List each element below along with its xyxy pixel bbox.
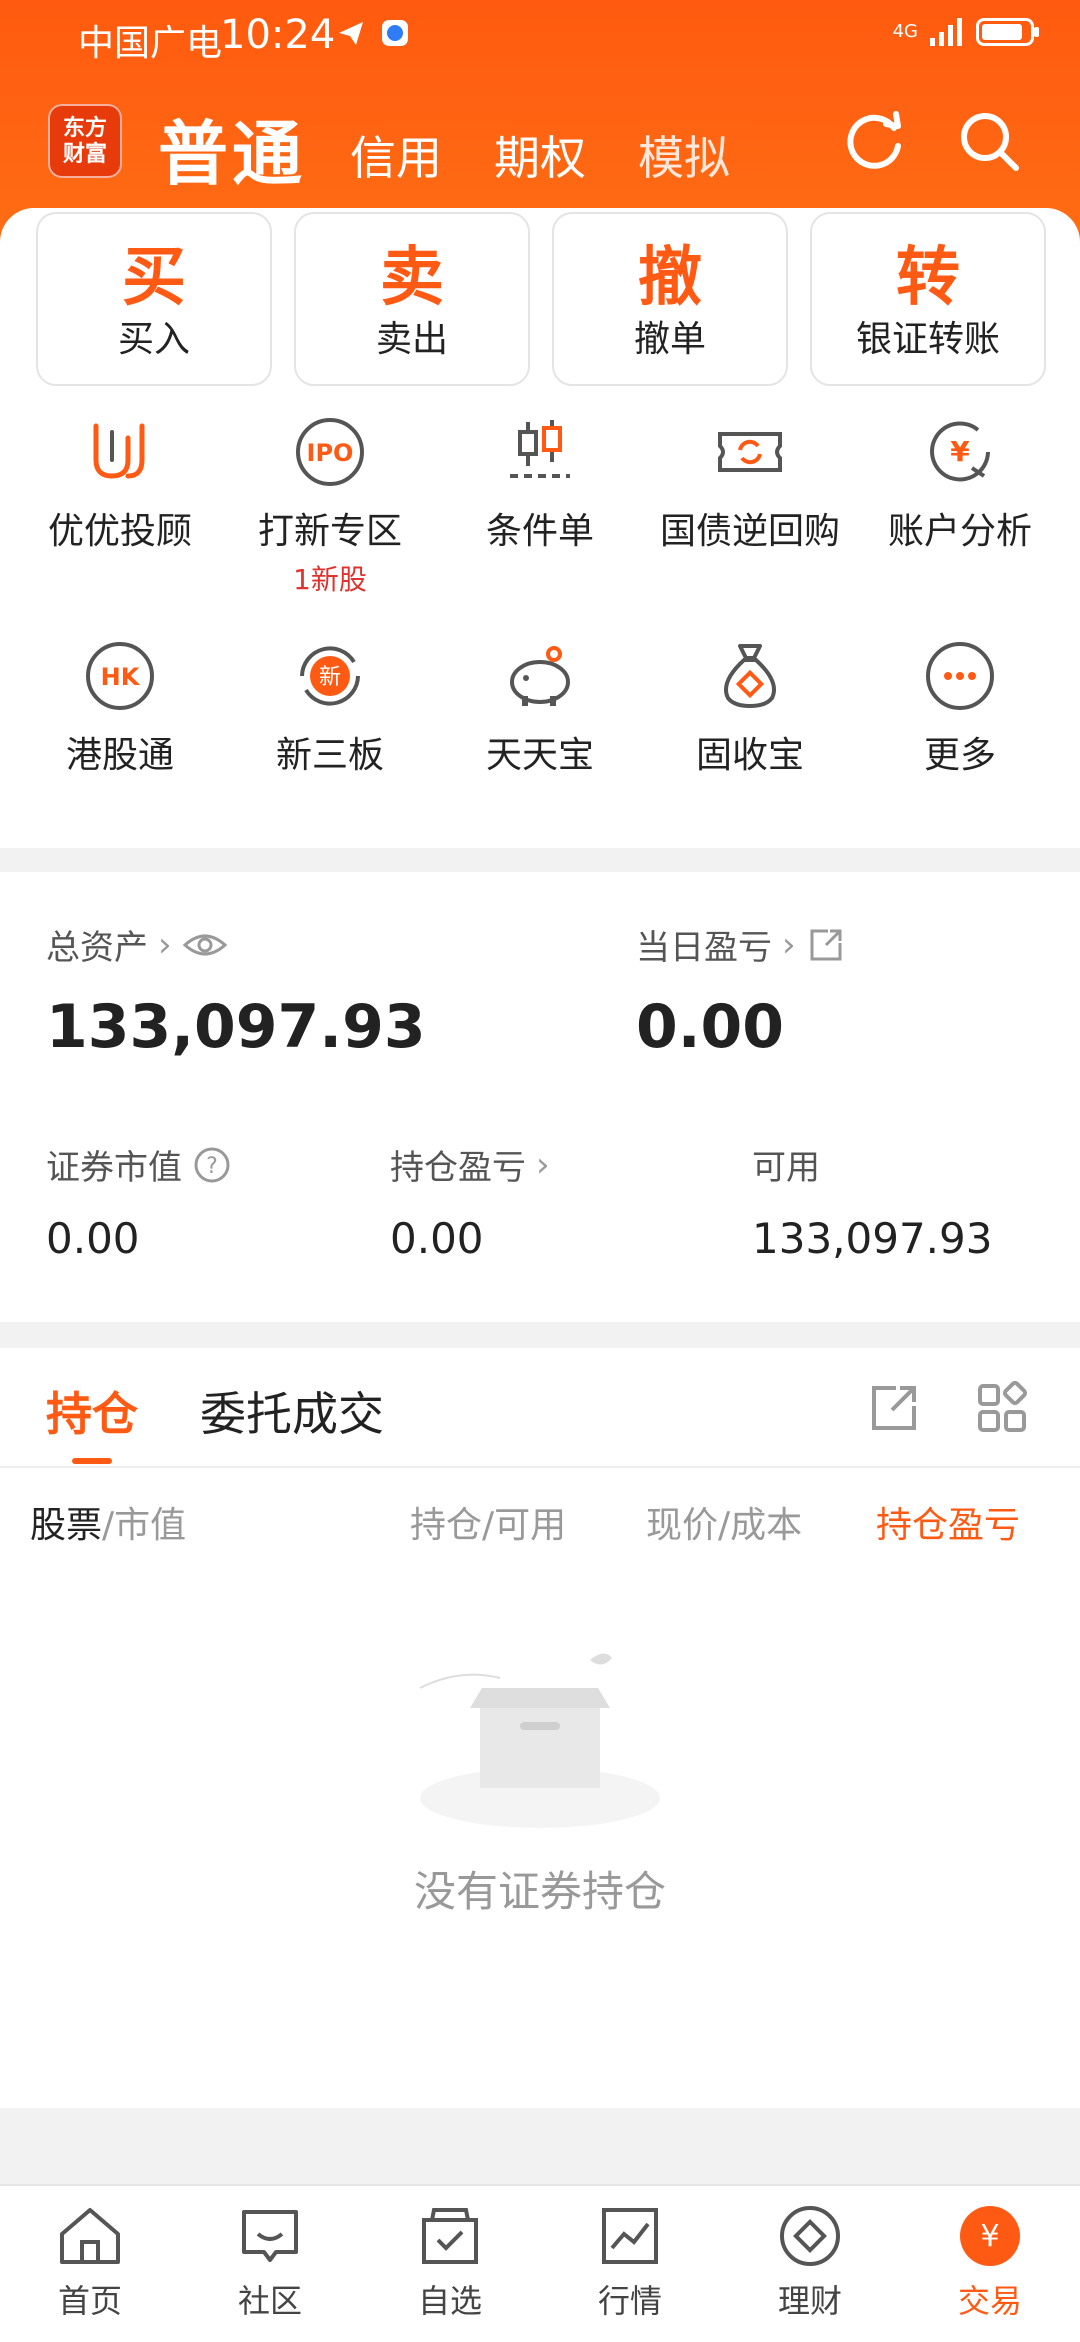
nav-trade[interactable]: ¥ 交易 bbox=[900, 2200, 1080, 2322]
sell-button[interactable]: 卖 卖出 bbox=[294, 212, 530, 386]
ipo-icon: IPO bbox=[296, 418, 364, 486]
nav-wealth[interactable]: 理财 bbox=[720, 2200, 900, 2322]
svg-text:HK: HK bbox=[101, 663, 141, 691]
holding-pl-value: 0.00 bbox=[390, 1214, 484, 1263]
trade-icon: ¥ bbox=[960, 2206, 1020, 2266]
more-icon bbox=[926, 642, 994, 710]
watchlist-icon bbox=[422, 2208, 478, 2264]
account-analysis-icon: ¥ bbox=[930, 421, 990, 482]
service-tiantianbao[interactable]: 天天宝 bbox=[432, 638, 648, 778]
cancel-order-button[interactable]: 撤 撤单 bbox=[552, 212, 788, 386]
svg-text:¥: ¥ bbox=[950, 435, 970, 468]
bottom-nav: 首页 社区 自选 行情 理财 ¥ 交易 bbox=[0, 2184, 1080, 2342]
svg-text:新: 新 bbox=[319, 665, 341, 690]
chevron-right-icon: › bbox=[782, 924, 796, 965]
home-icon bbox=[60, 2208, 120, 2264]
carrier: 中国广电 bbox=[78, 23, 223, 64]
service-bond-repo[interactable]: 国债逆回购 bbox=[642, 414, 858, 554]
tab-divider bbox=[0, 1466, 1080, 1468]
total-assets-value: 133,097.93 bbox=[46, 992, 426, 1062]
new-stock-badge: 1新股 bbox=[293, 563, 367, 596]
market-icon bbox=[602, 2208, 658, 2264]
top-nav: 东方 财富 普通 信用 期权 模拟 bbox=[0, 90, 1080, 200]
signal-icon bbox=[930, 18, 962, 46]
svg-text:IPO: IPO bbox=[307, 439, 354, 467]
svg-text:?: ? bbox=[206, 1154, 218, 1179]
col-holding-pl[interactable]: 持仓盈亏 bbox=[876, 1496, 1020, 1548]
service-more[interactable]: 更多 bbox=[852, 638, 1068, 778]
service-youyou[interactable]: 优优投顾 bbox=[12, 414, 228, 554]
refresh-icon[interactable] bbox=[842, 108, 908, 174]
status-bar: 中国广电 10:24 4G bbox=[0, 0, 1080, 76]
daily-pl-value: 0.00 bbox=[636, 992, 785, 1062]
network-type: 4G bbox=[892, 21, 918, 42]
nav-market[interactable]: 行情 bbox=[540, 2200, 720, 2322]
service-new-third-board[interactable]: 新 新三板 bbox=[222, 638, 438, 778]
col-hold-available[interactable]: 持仓/可用 bbox=[410, 1496, 566, 1548]
empty-state-text: 没有证券持仓 bbox=[413, 1867, 666, 1916]
tab-orders-trades[interactable]: 委托成交 bbox=[200, 1378, 384, 1444]
candlestick-icon bbox=[510, 420, 570, 478]
holding-pl-label[interactable]: 持仓盈亏 › bbox=[390, 1140, 550, 1189]
available-label: 可用 bbox=[752, 1148, 820, 1188]
asset-summary: 总资产 › 133,097.93 当日盈亏 › 0.00 证券市值 ? 0.00… bbox=[0, 872, 1080, 1322]
battery-icon bbox=[976, 18, 1039, 46]
col-stock: 股票/市值 bbox=[30, 1505, 187, 1546]
active-tab-indicator bbox=[72, 1458, 112, 1464]
help-icon[interactable]: ? bbox=[192, 1145, 232, 1185]
tab-credit[interactable]: 信用 bbox=[350, 122, 442, 188]
svg-text:¥: ¥ bbox=[980, 2219, 999, 2254]
buy-button[interactable]: 买 买入 bbox=[36, 212, 272, 386]
hk-icon: HK bbox=[86, 642, 154, 710]
total-assets-label[interactable]: 总资产 › bbox=[46, 920, 228, 969]
app-logo: 东方 财富 bbox=[48, 104, 122, 178]
wealth-icon bbox=[780, 2206, 840, 2266]
eye-icon[interactable] bbox=[182, 930, 228, 960]
browser-icon bbox=[382, 20, 408, 46]
bank-transfer-button[interactable]: 转 银证转账 bbox=[810, 212, 1046, 386]
nav-community[interactable]: 社区 bbox=[180, 2200, 360, 2322]
service-hk-connect[interactable]: HK 港股通 bbox=[12, 638, 228, 778]
new-board-icon: 新 bbox=[300, 646, 360, 706]
notification-icons bbox=[336, 18, 410, 48]
paper-plane-icon bbox=[339, 22, 363, 45]
share-icon[interactable] bbox=[806, 925, 846, 965]
tab-holdings[interactable]: 持仓 bbox=[46, 1378, 138, 1444]
col-price-cost[interactable]: 现价/成本 bbox=[646, 1496, 802, 1548]
service-guoshoubao[interactable]: 固收宝 bbox=[642, 638, 858, 778]
piggy-bank-icon bbox=[510, 646, 570, 706]
service-ipo[interactable]: IPO 打新专区 1新股 bbox=[222, 414, 438, 598]
chevron-right-icon: › bbox=[158, 924, 172, 965]
chevron-right-icon: › bbox=[536, 1144, 550, 1185]
positions-panel: 持仓 委托成交 股票/市值 持仓/可用 现价/成本 持仓盈亏 没有证券持仓 bbox=[0, 1348, 1080, 2108]
status-right: 4G bbox=[892, 18, 1039, 46]
grid-view-icon[interactable] bbox=[974, 1380, 1030, 1436]
empty-box-illustration bbox=[419, 1653, 660, 1828]
nav-watchlist[interactable]: 自选 bbox=[360, 2200, 540, 2322]
tab-options[interactable]: 期权 bbox=[494, 122, 586, 188]
youyou-icon bbox=[93, 423, 145, 479]
export-icon[interactable] bbox=[866, 1380, 922, 1436]
search-icon[interactable] bbox=[956, 108, 1022, 174]
status-time: 10:24 bbox=[220, 12, 336, 58]
market-value-label: 证券市值 ? bbox=[46, 1140, 232, 1189]
money-bag-icon bbox=[724, 644, 776, 709]
bond-repo-icon bbox=[718, 432, 782, 472]
available-value: 133,097.93 bbox=[752, 1214, 993, 1263]
quick-actions: 买 买入 卖 卖出 撤 撤单 转 银证转账 bbox=[36, 212, 1046, 386]
service-conditional-order[interactable]: 条件单 bbox=[432, 414, 648, 554]
daily-pl-label[interactable]: 当日盈亏 › bbox=[636, 920, 846, 969]
tab-normal[interactable]: 普通 bbox=[158, 98, 306, 199]
tab-simulation[interactable]: 模拟 bbox=[638, 122, 730, 188]
community-icon bbox=[242, 2210, 298, 2262]
nav-home[interactable]: 首页 bbox=[0, 2200, 180, 2322]
market-value: 0.00 bbox=[46, 1214, 140, 1263]
service-account-analysis[interactable]: ¥ 账户分析 bbox=[852, 414, 1068, 554]
trade-panel: 买 买入 卖 卖出 撤 撤单 转 银证转账 优优投顾 IPO 打新专区 1新股 … bbox=[0, 208, 1080, 848]
